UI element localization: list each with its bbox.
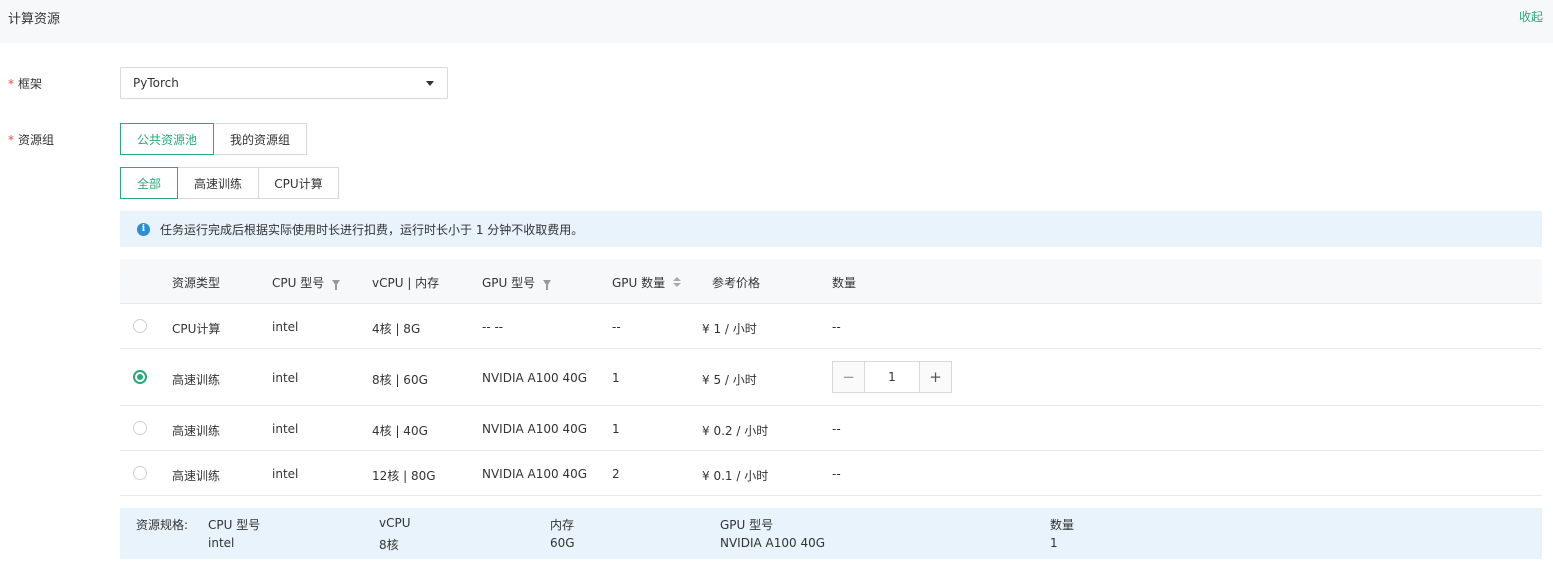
cell-cpu: intel: [272, 320, 299, 334]
col-price: 参考价格: [712, 276, 761, 290]
spec-value-gpu: NVIDIA A100 40G: [720, 536, 826, 550]
filter-icon[interactable]: [332, 279, 341, 290]
spec-value-vcpu: 8核: [379, 538, 399, 552]
framework-label: * 框架: [8, 77, 43, 91]
col-cpu-model: CPU 型号: [272, 274, 341, 291]
spec-label: 资源规格:: [136, 518, 189, 532]
col-resource-type: 资源类型: [172, 276, 221, 290]
cell-type: 高速训练: [172, 469, 221, 483]
row-radio[interactable]: [133, 421, 147, 435]
section-title: 计算资源: [8, 12, 61, 27]
cell-qty: --: [832, 422, 841, 436]
cell-gpu-count: --: [612, 320, 621, 334]
cell-qty: --: [832, 320, 841, 334]
tab-my-group[interactable]: 我的资源组: [213, 123, 307, 155]
table-row[interactable]: 高速训练 intel 8核 | 60G NVIDIA A100 40G 1 ¥ …: [120, 349, 1542, 406]
cell-gpu-count: 2: [612, 467, 620, 481]
tab-cpu-compute[interactable]: CPU计算: [258, 167, 339, 199]
cell-gpu: NVIDIA A100 40G: [482, 422, 588, 436]
cell-vcpu-mem: 12核 | 80G: [372, 469, 436, 483]
collapse-link[interactable]: 收起: [1519, 8, 1543, 25]
spec-header-gpu: GPU 型号: [720, 518, 774, 532]
spec-value-quantity: 1: [1050, 536, 1058, 550]
sort-icon[interactable]: [673, 276, 682, 289]
table-row[interactable]: CPU计算 intel 4核 | 8G -- -- -- ¥ 1 / 小时 --: [120, 304, 1542, 349]
billing-notice: i 任务运行完成后根据实际使用时长进行扣费，运行时长小于 1 分钟不收取费用。: [120, 211, 1542, 247]
cell-gpu: NVIDIA A100 40G: [482, 371, 588, 385]
type-tabs: 全部 高速训练 CPU计算: [120, 167, 339, 199]
cell-price: ¥ 5 / 小时: [702, 373, 757, 387]
cell-cpu: intel: [272, 467, 299, 481]
cell-qty: --: [832, 467, 841, 481]
cell-type: CPU计算: [172, 322, 221, 336]
cell-cpu: intel: [272, 371, 299, 385]
resource-spec-summary: 资源规格: CPU 型号 vCPU 内存 GPU 型号 数量 intel 8核 …: [120, 508, 1542, 559]
col-gpu-count: GPU 数量: [612, 274, 682, 291]
col-gpu-model: GPU 型号: [482, 274, 552, 291]
cell-gpu: -- --: [482, 320, 504, 334]
quantity-input[interactable]: [865, 362, 919, 392]
row-radio[interactable]: [133, 466, 147, 480]
cell-type: 高速训练: [172, 424, 221, 438]
table-row[interactable]: 高速训练 intel 4核 | 40G NVIDIA A100 40G 1 ¥ …: [120, 406, 1542, 451]
cell-price: ¥ 0.1 / 小时: [702, 469, 769, 483]
table-header: 资源类型 CPU 型号 vCPU | 内存 GPU 型号 GPU 数量 参考价格…: [120, 259, 1542, 304]
row-radio[interactable]: [133, 319, 147, 333]
required-mark: *: [8, 133, 14, 147]
cell-gpu-count: 1: [612, 371, 620, 385]
pool-tabs: 公共资源池 我的资源组: [120, 123, 307, 155]
filter-icon[interactable]: [543, 279, 552, 290]
section-header: 计算资源 收起: [0, 0, 1553, 43]
chevron-down-icon: [426, 81, 434, 86]
cell-price: ¥ 0.2 / 小时: [702, 424, 769, 438]
decrement-button[interactable]: −: [833, 362, 865, 392]
spec-value-cpu: intel: [208, 536, 235, 550]
row-radio-checked[interactable]: [133, 370, 147, 384]
framework-select-value: PyTorch: [133, 76, 179, 90]
spec-header-quantity: 数量: [1050, 518, 1075, 532]
col-vcpu-memory: vCPU | 内存: [372, 276, 440, 290]
resource-group-label: * 资源组: [8, 133, 55, 147]
spec-header-cpu: CPU 型号: [208, 518, 261, 532]
required-mark: *: [8, 77, 14, 91]
tab-all[interactable]: 全部: [120, 167, 178, 199]
tab-high-speed-training[interactable]: 高速训练: [177, 167, 259, 199]
tab-public-pool[interactable]: 公共资源池: [120, 123, 214, 155]
table-row[interactable]: 高速训练 intel 12核 | 80G NVIDIA A100 40G 2 ¥…: [120, 451, 1542, 496]
framework-select[interactable]: PyTorch: [120, 67, 448, 99]
quantity-stepper: − +: [832, 361, 952, 393]
cell-price: ¥ 1 / 小时: [702, 322, 757, 336]
increment-button[interactable]: +: [919, 362, 951, 392]
spec-header-vcpu: vCPU: [379, 516, 411, 530]
cell-gpu: NVIDIA A100 40G: [482, 467, 588, 481]
cell-vcpu-mem: 8核 | 60G: [372, 373, 428, 387]
notice-text: 任务运行完成后根据实际使用时长进行扣费，运行时长小于 1 分钟不收取费用。: [160, 223, 584, 237]
cell-type: 高速训练: [172, 373, 221, 387]
info-icon: i: [137, 223, 150, 236]
cell-vcpu-mem: 4核 | 8G: [372, 322, 421, 336]
cell-vcpu-mem: 4核 | 40G: [372, 424, 428, 438]
spec-value-memory: 60G: [550, 536, 575, 550]
resource-table: 资源类型 CPU 型号 vCPU | 内存 GPU 型号 GPU 数量 参考价格…: [120, 259, 1542, 496]
cell-cpu: intel: [272, 422, 299, 436]
cell-gpu-count: 1: [612, 422, 620, 436]
spec-header-memory: 内存: [550, 518, 575, 532]
col-quantity: 数量: [832, 276, 857, 290]
